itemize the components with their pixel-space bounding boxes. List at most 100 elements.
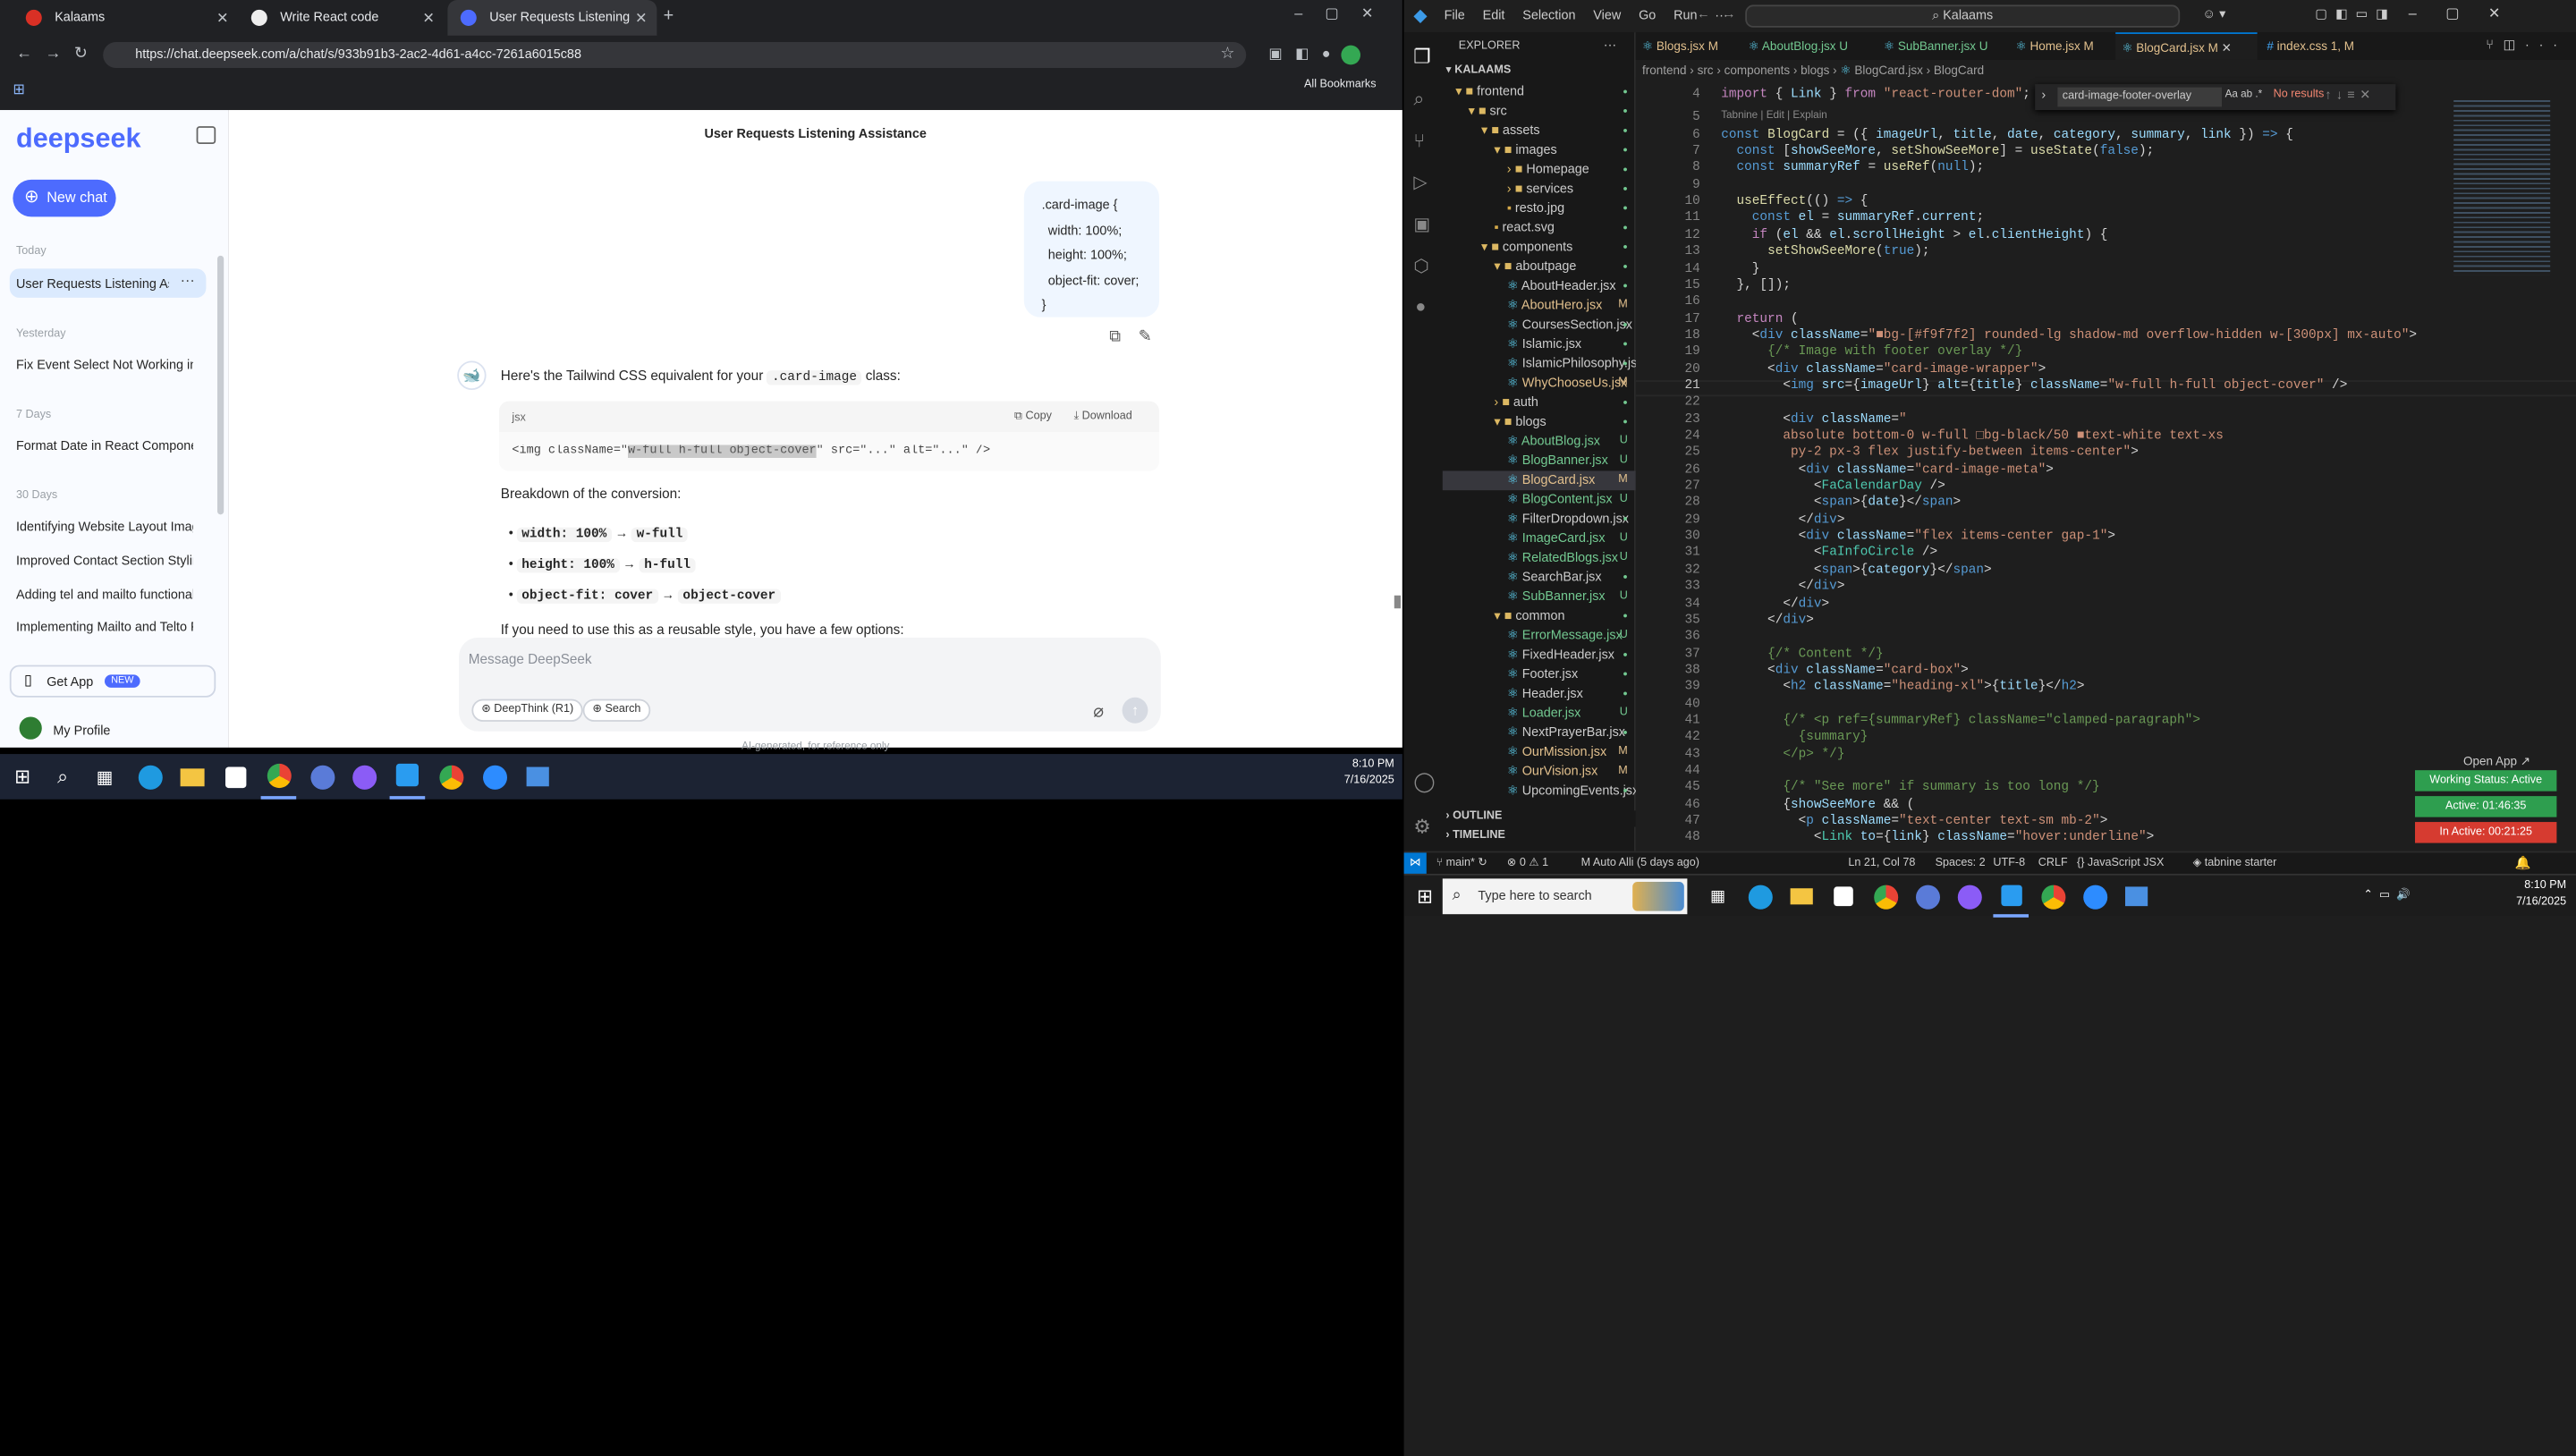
star-icon[interactable]: ☆	[1220, 46, 1234, 63]
new-chat-button[interactable]: ⊕ New chat	[13, 179, 116, 217]
github-icon[interactable]	[346, 754, 382, 800]
taskbar-search-input[interactable]: ⌕ Type here to search	[1442, 878, 1688, 915]
history-item[interactable]: Identifying Website Layout Imag	[16, 520, 193, 534]
folder-icon[interactable]	[174, 754, 209, 800]
more-icon[interactable]: ···	[1604, 38, 1616, 52]
file-item[interactable]: ⚛ ErrorMessage.jsx U	[1443, 626, 1636, 646]
file-item[interactable]: ⚛ Header.jsx ●	[1443, 684, 1636, 704]
history-item[interactable]: Format Date in React Componen	[16, 438, 193, 453]
task-view-icon[interactable]: ▦	[87, 754, 123, 800]
new-tab-icon[interactable]: +	[664, 6, 674, 26]
close-icon[interactable]: ✕	[635, 0, 648, 36]
file-item[interactable]: ⚛ NextPrayerBar.jsx ●	[1443, 724, 1636, 743]
task-view-icon[interactable]: ▦	[1700, 876, 1736, 918]
file-item[interactable]: ⚛ FilterDropdown.jsx ●	[1443, 510, 1636, 529]
find-nav[interactable]: ↑↓≡✕	[2325, 88, 2375, 102]
history-item[interactable]: Improved Contact Section Stylin	[16, 554, 193, 568]
folder-item[interactable]: ▾ ■ components ●	[1443, 238, 1636, 258]
file-item[interactable]: ⚛ AboutHero.jsx M	[1443, 296, 1636, 316]
file-item[interactable]: ▪ react.svg ●	[1443, 218, 1636, 238]
menu-bar[interactable]: File Edit Selection View Go Run ···	[1445, 8, 1728, 22]
file-item[interactable]: ⚛ AboutHeader.jsx ●	[1443, 276, 1636, 296]
vscode-icon[interactable]	[1993, 876, 2029, 918]
tray-icons[interactable]: ⌃▭🔊	[2363, 888, 2417, 902]
file-item[interactable]: ⚛ WhyChooseUs.jsx M	[1443, 374, 1636, 394]
browser-tab[interactable]: Write React code ✕	[238, 0, 444, 36]
blame-indicator[interactable]: M Auto Alli (5 days ago)	[1581, 852, 1839, 874]
browser-tab[interactable]: Kalaams ✕	[13, 0, 238, 36]
folder-item[interactable]: › ■ services ●	[1443, 180, 1636, 199]
run-debug-icon[interactable]: ▷	[1413, 172, 1427, 193]
app-icon[interactable]	[304, 754, 340, 800]
file-item[interactable]: ⚛ Loader.jsx U	[1443, 704, 1636, 724]
language-mode[interactable]: {} JavaScript JSX	[2077, 852, 2164, 874]
avatar[interactable]	[19, 716, 42, 740]
encoding[interactable]: UTF-8	[1993, 852, 2025, 874]
file-item[interactable]: ⚛ BlogCard.jsx M	[1442, 470, 1636, 491]
folder-item[interactable]: ▾ ■ src ●	[1443, 102, 1636, 122]
chrome-icon[interactable]	[1868, 876, 1903, 918]
app-icon[interactable]	[520, 754, 555, 800]
message-input[interactable]: Message DeepSeek	[469, 650, 592, 666]
apps-icon[interactable]: ⊞	[13, 80, 25, 98]
close-icon[interactable]: ✕	[422, 0, 435, 36]
folder-item[interactable]: ▾ ■ aboutpage ●	[1443, 258, 1636, 277]
zoom-icon[interactable]	[477, 754, 513, 800]
editor-tab[interactable]: ⚛ Home.jsx M	[2016, 32, 2094, 60]
copilot-icon[interactable]: ☺ ▾	[2202, 6, 2225, 21]
tabnine-icon[interactable]: ●	[1415, 298, 1426, 317]
attach-icon[interactable]: ⌀	[1093, 700, 1104, 722]
folder-item[interactable]: › ■ Homepage ●	[1443, 160, 1636, 180]
find-options[interactable]: Aa ab .*	[2225, 89, 2263, 101]
timeline-section[interactable]: › TIMELINE	[1445, 830, 1635, 846]
editor-tab[interactable]: ⚛ SubBanner.jsx U	[1884, 32, 1987, 60]
editor-actions[interactable]: ⑂◫···	[2486, 38, 2567, 52]
vscode-icon[interactable]	[389, 754, 426, 800]
layout-icons[interactable]: ▢◧▭◨	[2315, 6, 2395, 21]
file-item[interactable]: ⚛ BlogContent.jsx U	[1443, 490, 1636, 510]
clock[interactable]: 8:10 PM 7/16/2025	[1330, 759, 1394, 787]
editor-tab[interactable]: # index.css 1, M	[2267, 32, 2354, 60]
send-button[interactable]: ↑	[1122, 697, 1148, 724]
breadcrumb[interactable]: frontend › src › components › blogs › ⚛ …	[1642, 63, 1984, 78]
file-item[interactable]: ⚛ SearchBar.jsx ●	[1443, 568, 1636, 588]
app-icon[interactable]	[1910, 876, 1945, 918]
folder-item[interactable]: ▾ ■ common ●	[1443, 606, 1636, 626]
file-item[interactable]: ⚛ RelatedBlogs.jsx U	[1443, 548, 1636, 568]
copy-message-icon[interactable]: ⧉	[1109, 328, 1121, 346]
scrollbar[interactable]	[217, 255, 225, 515]
cursor-position[interactable]: Ln 21, Col 78	[1848, 852, 1915, 874]
chrome-icon[interactable]	[2035, 876, 2071, 918]
store-icon[interactable]	[1826, 876, 1861, 918]
command-center[interactable]: ⌕ Kalaams	[1745, 4, 2181, 28]
branch-indicator[interactable]: ⑂ main* ↻	[1436, 852, 1487, 874]
browser-tab-active[interactable]: User Requests Listening Assi✕	[447, 0, 657, 60]
file-item[interactable]: ⚛ CoursesSection.jsx ●	[1443, 316, 1636, 335]
problems-indicator[interactable]: ⊗ 0 ⚠ 1	[1507, 852, 1548, 874]
file-item[interactable]: ⚛ OurMission.jsx M	[1443, 742, 1636, 762]
file-item[interactable]: ⚛ Footer.jsx ●	[1443, 665, 1636, 685]
bookmarks-label[interactable]: All Bookmarks	[1304, 80, 1377, 91]
collapse-sidebar-icon[interactable]	[196, 126, 216, 145]
folder-item[interactable]: ▾ ■ blogs ●	[1443, 412, 1636, 432]
history-item[interactable]: Implementing Mailto and Telto F	[16, 620, 193, 634]
github-icon[interactable]	[1952, 876, 1987, 918]
minimap[interactable]	[2453, 97, 2551, 275]
search-icon[interactable]: ⌕	[45, 754, 80, 800]
explorer-icon[interactable]: ❐	[1413, 46, 1430, 68]
open-app-link[interactable]: Open App ↗	[2463, 754, 2530, 768]
window-controls[interactable]: –▢✕	[2409, 4, 2529, 22]
gear-icon[interactable]: ⚙	[1413, 816, 1430, 838]
history-item[interactable]: Adding tel and mailto functional	[16, 588, 193, 602]
avatar[interactable]	[1341, 45, 1360, 65]
folder-item[interactable]: ▾ ■ frontend ●	[1443, 82, 1636, 102]
chrome-icon[interactable]	[260, 754, 297, 800]
file-item[interactable]: ⚛ FixedHeader.jsx ●	[1443, 646, 1636, 665]
copy-button[interactable]: ⧉ Copy	[1014, 411, 1052, 424]
find-input[interactable]: card-image-footer-overlay	[2057, 87, 2222, 107]
store-icon[interactable]	[217, 754, 253, 800]
remote-indicator-icon[interactable]: ⋈	[1403, 852, 1427, 874]
edit-icon[interactable]: ✎	[1139, 328, 1152, 346]
history-item[interactable]: Fix Event Select Not Working in F	[16, 358, 193, 372]
file-item[interactable]: ⚛ SubBanner.jsx U	[1443, 588, 1636, 607]
